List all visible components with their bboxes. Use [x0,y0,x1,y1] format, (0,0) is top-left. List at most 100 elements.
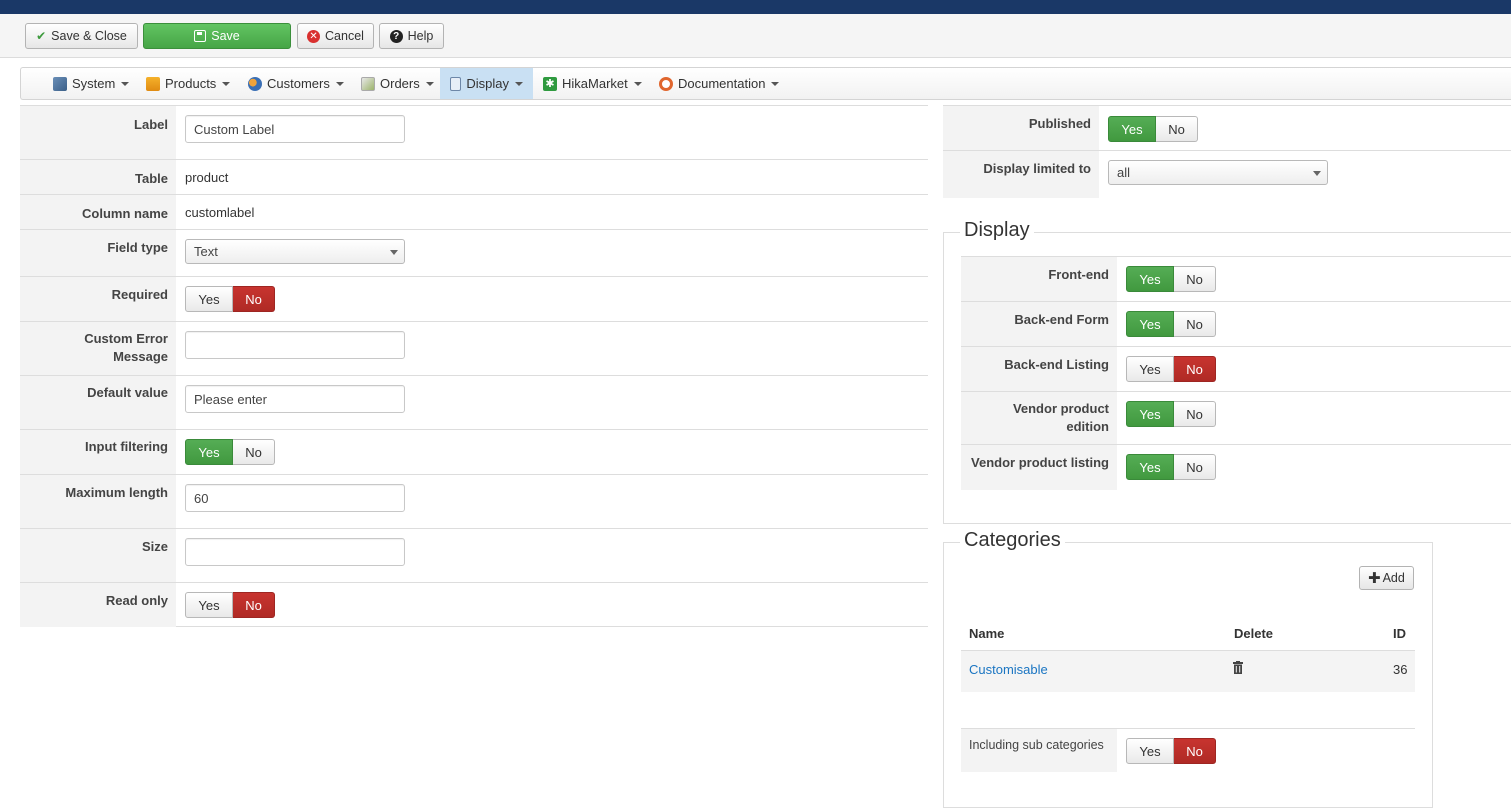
sub-categories-label: Including sub categories [961,729,1117,772]
caret-down-icon [771,81,780,86]
published-toggle: Yes No [1108,116,1198,142]
menu-display[interactable]: Display [440,68,533,99]
backend-listing-label: Back-end Listing [961,347,1117,392]
cancel-icon: ✕ [307,29,321,43]
vendor-edition-label: Vendor product edition [961,392,1117,445]
vendor-listing-label: Vendor product listing [961,445,1117,490]
row-display-limited: Display limited to all [943,150,1511,198]
input-filtering-toggle: Yes No [185,439,275,465]
frontend-yes[interactable]: Yes [1126,266,1174,292]
vendor-edition-toggle: Yes No [1126,401,1216,427]
read-only-no[interactable]: No [233,592,275,618]
label-input[interactable]: Custom Label [185,115,405,143]
published-yes[interactable]: Yes [1108,116,1156,142]
category-link[interactable]: Customisable [969,662,1048,677]
max-length-label: Maximum length [20,475,176,529]
frontend-label: Front-end [961,257,1117,302]
caret-down-icon [222,81,231,86]
menu-customers[interactable]: Customers [238,68,354,99]
backend-form-label: Back-end Form [961,302,1117,347]
row-column: Column name customlabel [20,194,928,230]
column-name-label: Column name [20,195,176,230]
row-backend-listing: Back-end Listing Yes No [961,346,1511,392]
size-input[interactable] [185,538,405,566]
wrench-icon [53,76,67,91]
display-icon [450,76,462,91]
backend-form-no[interactable]: No [1174,311,1216,337]
required-yes[interactable]: Yes [185,286,233,312]
column-header-id: ID [1393,626,1406,641]
default-value-label: Default value [20,376,176,430]
input-filtering-no[interactable]: No [233,439,275,465]
row-required: Required Yes No [20,276,928,322]
column-header-name: Name [969,626,1005,641]
help-button[interactable]: ? Help [379,23,444,49]
read-only-yes[interactable]: Yes [185,592,233,618]
row-frontend: Front-end Yes No [961,256,1511,302]
input-filtering-label: Input filtering [20,430,176,475]
error-message-label: Custom Error Message [20,322,176,376]
row-read-only: Read only Yes No [20,582,928,627]
menu-orders[interactable]: Orders [351,68,444,99]
display-limited-label: Display limited to [943,151,1099,198]
add-category-button[interactable]: ✚ Add [1359,566,1414,590]
vendor-edition-yes[interactable]: Yes [1126,401,1174,427]
row-vendor-listing: Vendor product listing Yes No [961,444,1511,490]
sub-categories-no[interactable]: No [1174,738,1216,764]
vendor-listing-toggle: Yes No [1126,454,1216,480]
caret-down-icon [425,81,434,86]
error-message-input[interactable] [185,331,405,359]
row-error-message: Custom Error Message [20,321,928,376]
users-icon [248,76,262,91]
table-row: Customisable 36 [961,650,1415,692]
label-label: Label [20,106,176,160]
read-only-toggle: Yes No [185,592,275,618]
frontend-no[interactable]: No [1174,266,1216,292]
hikamarket-icon: ✱ [543,76,557,91]
row-vendor-edition: Vendor product edition Yes No [961,391,1511,445]
required-label: Required [20,277,176,322]
backend-form-toggle: Yes No [1126,311,1216,337]
vendor-edition-no[interactable]: No [1174,401,1216,427]
backend-listing-yes[interactable]: Yes [1126,356,1174,382]
dropdown-arrow-icon [1313,171,1321,176]
trash-icon[interactable] [1233,661,1243,674]
cancel-button[interactable]: ✕ Cancel [297,23,374,49]
published-label: Published [943,106,1099,151]
backend-listing-toggle: Yes No [1126,356,1216,382]
required-no[interactable]: No [233,286,275,312]
check-icon: ✔ [36,29,47,43]
categories-legend: Categories [960,529,1065,552]
row-size: Size [20,528,928,583]
menu-hikamarket[interactable]: ✱ HikaMarket [533,68,652,99]
column-name-value: customlabel [185,205,255,220]
vendor-listing-no[interactable]: No [1174,454,1216,480]
max-length-input[interactable]: 60 [185,484,405,512]
backend-form-yes[interactable]: Yes [1126,311,1174,337]
sub-categories-toggle: Yes No [1126,738,1216,764]
default-value-input[interactable]: Please enter [185,385,405,413]
edit-icon [194,30,207,42]
published-no[interactable]: No [1156,116,1198,142]
size-label: Size [20,529,176,583]
display-limited-select[interactable]: all [1108,160,1328,185]
caret-down-icon [633,81,642,86]
sub-categories-yes[interactable]: Yes [1126,738,1174,764]
admin-top-bar [0,0,1511,14]
menu-documentation[interactable]: Documentation [649,68,789,99]
input-filtering-yes[interactable]: Yes [185,439,233,465]
menu-products[interactable]: Products [136,68,240,99]
box-icon [146,76,160,91]
save-close-button[interactable]: ✔ Save & Close [25,23,138,49]
read-only-label: Read only [20,583,176,627]
save-button[interactable]: Save [143,23,291,49]
category-id: 36 [1393,662,1408,677]
row-label: Label Custom Label [20,105,928,160]
row-field-type: Field type Text [20,229,928,277]
menu-system[interactable]: System [43,68,139,99]
vendor-listing-yes[interactable]: Yes [1126,454,1174,480]
table-label: Table [20,160,176,195]
backend-listing-no[interactable]: No [1174,356,1216,382]
field-type-select[interactable]: Text [185,239,405,264]
help-icon: ? [389,29,403,43]
